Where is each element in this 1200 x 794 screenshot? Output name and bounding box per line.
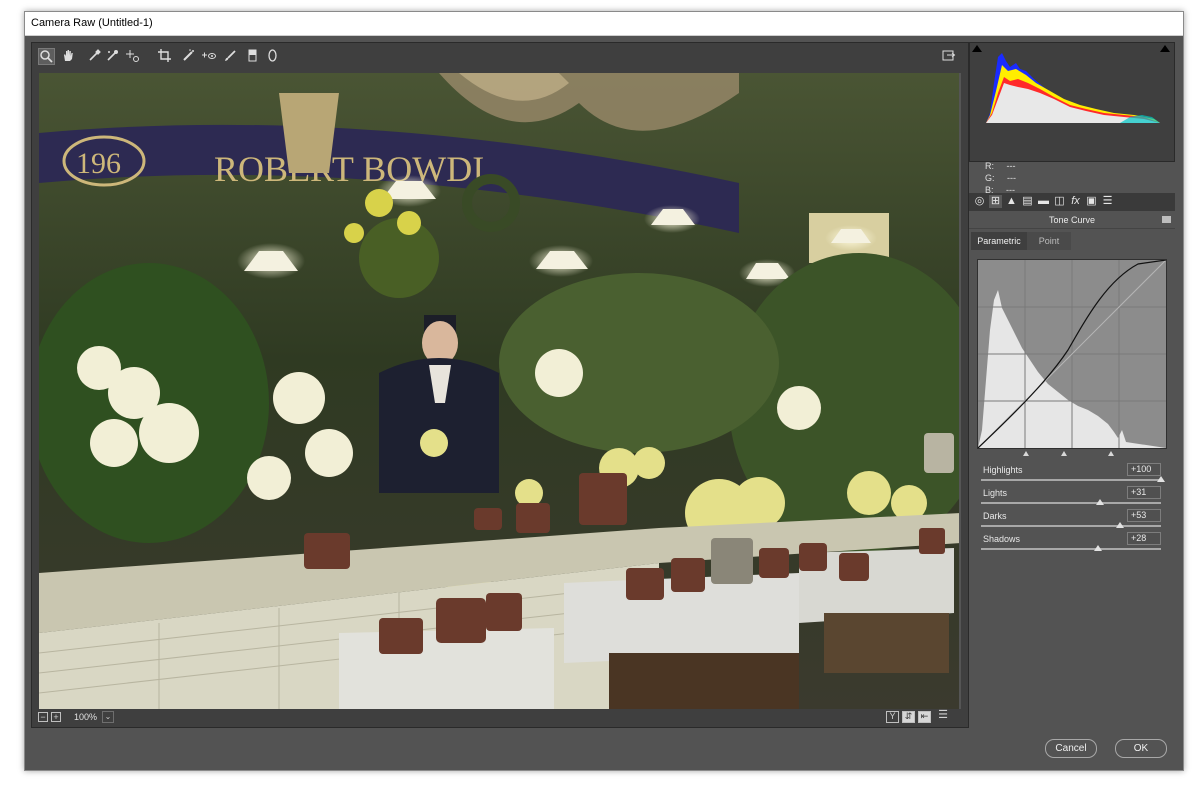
darks-slider[interactable]: Darks +53 bbox=[981, 509, 1161, 531]
zoom-in-button[interactable]: + bbox=[51, 712, 61, 722]
shadows-slider[interactable]: Shadows +28 bbox=[981, 532, 1161, 554]
right-panel: R: --- G: --- B: --- ◎ ⊞ ▲ ▤ ▬ ◫ fx ▣ ☰ … bbox=[969, 42, 1175, 726]
tone-curve-panel-icon[interactable]: ⊞ bbox=[989, 195, 1002, 208]
lens-corrections-panel-icon[interactable]: ◫ bbox=[1053, 195, 1066, 208]
slider-thumb[interactable] bbox=[1096, 499, 1104, 505]
slider-track[interactable] bbox=[981, 525, 1161, 527]
slider-label: Lights bbox=[983, 488, 1008, 498]
split-highlights-handle[interactable] bbox=[1108, 451, 1114, 456]
svg-text:ROBERT BOWDI: ROBERT BOWDI bbox=[214, 149, 484, 189]
tab-point[interactable]: Point bbox=[1027, 232, 1071, 250]
slider-thumb[interactable] bbox=[1157, 476, 1165, 482]
panel-title: Tone Curve bbox=[969, 212, 1175, 229]
graduated-filter-icon[interactable] bbox=[244, 48, 261, 65]
g-label: G: bbox=[985, 173, 995, 183]
split-toning-panel-icon[interactable]: ▬ bbox=[1037, 195, 1050, 208]
cancel-button[interactable]: Cancel bbox=[1045, 739, 1097, 758]
lights-slider[interactable]: Lights +31 bbox=[981, 486, 1161, 508]
highlights-value-field[interactable]: +100 bbox=[1127, 463, 1161, 476]
slider-track[interactable] bbox=[981, 548, 1161, 550]
copy-settings-icon[interactable]: ⇤ bbox=[918, 711, 931, 723]
tone-curve-graph[interactable] bbox=[977, 259, 1167, 449]
slider-label: Shadows bbox=[983, 534, 1021, 544]
ok-button[interactable]: OK bbox=[1115, 739, 1167, 758]
crop-icon[interactable] bbox=[156, 48, 173, 65]
split-midtones-handle[interactable] bbox=[1061, 451, 1067, 456]
slider-label: Highlights bbox=[983, 465, 1023, 475]
hand-icon[interactable] bbox=[60, 48, 77, 65]
photo-preview[interactable]: ROBERT BOWDI 196 bbox=[39, 73, 961, 709]
tool-bar bbox=[32, 43, 968, 71]
split-shadows-handle[interactable] bbox=[1023, 451, 1029, 456]
targeted-adjustment-icon[interactable] bbox=[124, 48, 141, 65]
spot-removal-icon[interactable] bbox=[180, 48, 197, 65]
svg-text:196: 196 bbox=[76, 147, 121, 180]
histogram bbox=[969, 42, 1175, 162]
preview-settings-icon[interactable]: ☰ bbox=[936, 710, 950, 723]
g-value: --- bbox=[1007, 173, 1017, 183]
slider-track[interactable] bbox=[981, 479, 1161, 481]
white-balance-icon[interactable] bbox=[86, 48, 103, 65]
detail-panel-icon[interactable]: ▲ bbox=[1005, 195, 1018, 208]
preview-area: ROBERT BOWDI 196 − + 100% ⌄ Y ⇵ ⇤ ☰ bbox=[31, 42, 969, 728]
r-label: R: bbox=[985, 161, 994, 171]
slider-track[interactable] bbox=[981, 502, 1161, 504]
window-title: Camera Raw (Untitled-1) bbox=[25, 12, 1183, 36]
presets-panel-icon[interactable]: ☰ bbox=[1101, 195, 1114, 208]
radial-filter-icon[interactable] bbox=[264, 48, 281, 65]
zoom-dropdown-icon[interactable]: ⌄ bbox=[102, 711, 114, 723]
panel-tabs-row: ◎ ⊞ ▲ ▤ ▬ ◫ fx ▣ ☰ bbox=[969, 193, 1175, 211]
slider-thumb[interactable] bbox=[1116, 522, 1124, 528]
rgb-readout: R: --- G: --- B: --- bbox=[985, 160, 1016, 196]
panel-menu-icon[interactable] bbox=[1162, 216, 1171, 223]
status-bar: − + 100% ⌄ Y ⇵ ⇤ ☰ bbox=[32, 709, 968, 727]
effects-panel-icon[interactable]: fx bbox=[1069, 195, 1082, 208]
swap-before-after-icon[interactable]: ⇵ bbox=[902, 711, 915, 723]
curve-tabs: Parametric Point bbox=[969, 232, 1175, 250]
darks-value-field[interactable]: +53 bbox=[1127, 509, 1161, 522]
slider-label: Darks bbox=[983, 511, 1007, 521]
zoom-out-button[interactable]: − bbox=[38, 712, 48, 722]
lights-value-field[interactable]: +31 bbox=[1127, 486, 1161, 499]
histogram-graph bbox=[986, 53, 1160, 123]
r-value: --- bbox=[1006, 161, 1016, 171]
hsl-panel-icon[interactable]: ▤ bbox=[1021, 195, 1034, 208]
color-sampler-icon[interactable] bbox=[104, 48, 121, 65]
zoom-icon[interactable] bbox=[38, 48, 55, 65]
adjustment-brush-icon[interactable] bbox=[222, 48, 239, 65]
before-after-y-icon[interactable]: Y bbox=[886, 711, 899, 723]
highlights-slider[interactable]: Highlights +100 bbox=[981, 463, 1165, 485]
calibration-panel-icon[interactable]: ▣ bbox=[1085, 195, 1098, 208]
camera-raw-dialog: Camera Raw (Untitled-1) ROBERT BOWDI 196… bbox=[24, 11, 1184, 771]
flower-shop-photo: ROBERT BOWDI 196 bbox=[39, 73, 961, 709]
tone-curve-plot bbox=[977, 259, 1167, 449]
slider-thumb[interactable] bbox=[1094, 545, 1102, 551]
shadows-value-field[interactable]: +28 bbox=[1127, 532, 1161, 545]
basic-panel-icon[interactable]: ◎ bbox=[973, 195, 986, 208]
tab-parametric[interactable]: Parametric bbox=[971, 232, 1027, 250]
red-eye-icon[interactable] bbox=[200, 48, 217, 65]
open-preferences-icon[interactable] bbox=[940, 48, 957, 65]
